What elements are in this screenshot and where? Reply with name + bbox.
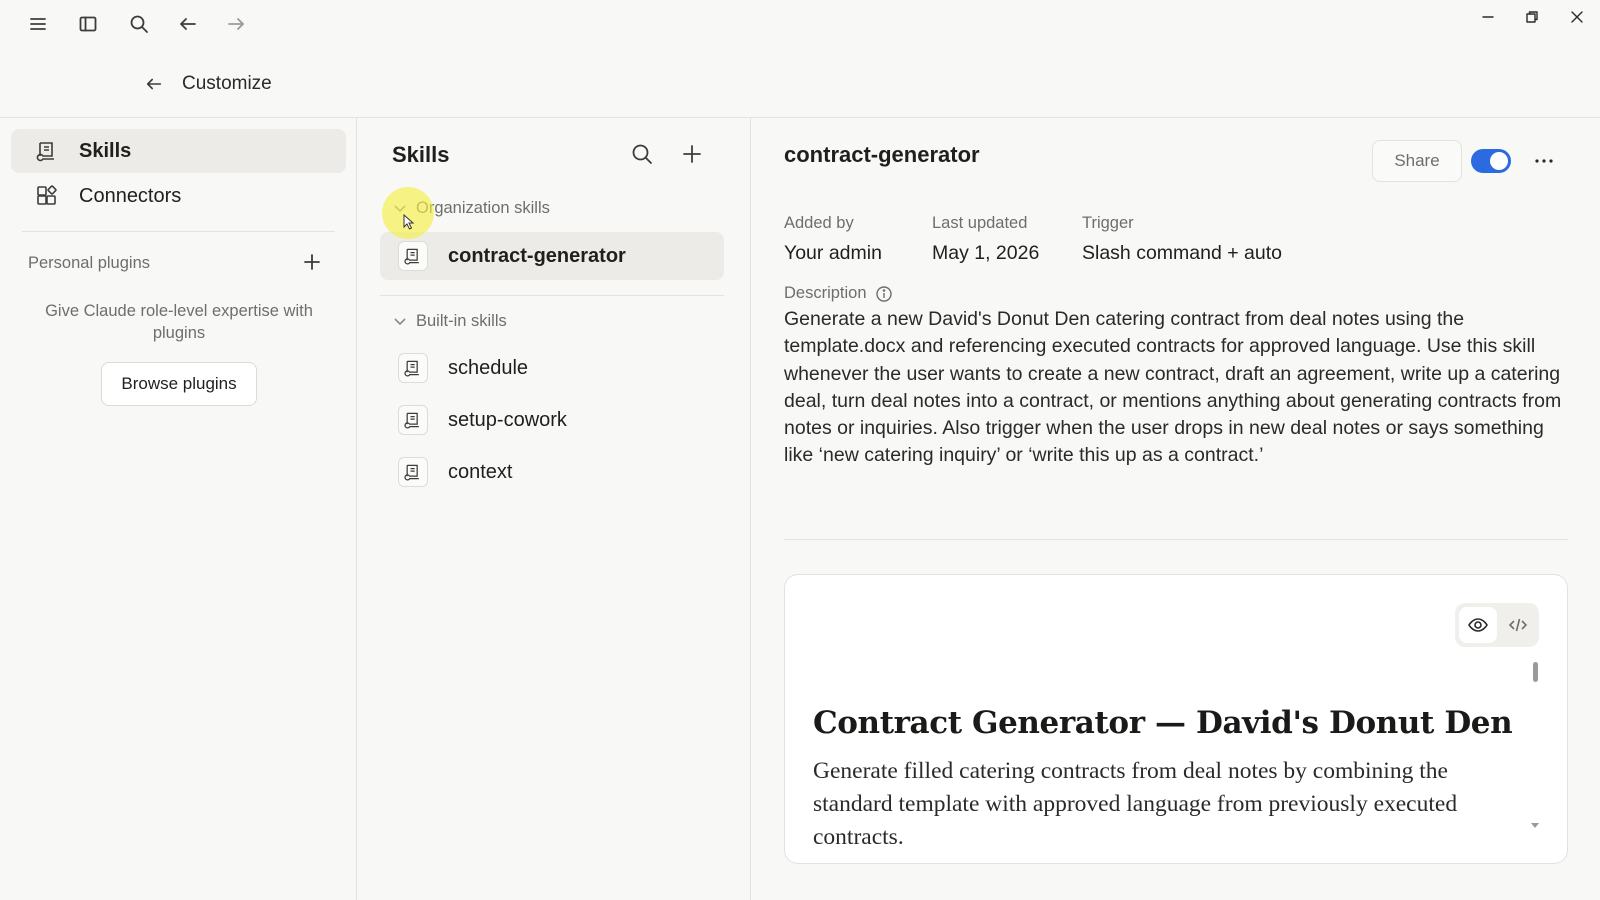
scrollbar[interactable] (1533, 662, 1538, 682)
skill-icon (398, 405, 428, 435)
built-in-skills-group[interactable]: Built-in skills (392, 308, 507, 334)
meta-value: Your admin (784, 242, 882, 264)
skill-item-setup-cowork[interactable]: setup-cowork (380, 396, 724, 444)
plugins-help-text: Give Claude role-level expertise with pl… (45, 302, 313, 342)
back-arrow-icon[interactable] (140, 70, 168, 98)
sidebar-toggle-icon[interactable] (74, 10, 102, 38)
enable-toggle[interactable] (1471, 149, 1511, 173)
meta-label: Added by (784, 214, 854, 232)
more-options-icon[interactable] (1530, 147, 1558, 175)
meta-added-by: Added by Your admin (784, 214, 882, 265)
view-mode-toggle (1455, 603, 1539, 647)
close-icon[interactable] (1563, 3, 1591, 31)
skill-item-context[interactable]: context (380, 448, 724, 496)
divider (22, 231, 335, 232)
personal-plugins-label: Personal plugins (28, 254, 150, 272)
info-icon[interactable] (875, 285, 893, 303)
skill-preview-card: Contract Generator — David's Donut Den G… (784, 574, 1568, 864)
preview-body: Generate filled catering contracts from … (813, 758, 1458, 850)
toggle-knob (1490, 152, 1508, 170)
skills-list-title: Skills (392, 142, 450, 167)
sidebar: Skills Connectors Personal plugins Give … (0, 118, 357, 900)
sidebar-item-skills[interactable]: Skills (11, 129, 346, 173)
skill-icon (398, 457, 428, 487)
sidebar-item-label: Connectors (79, 184, 182, 207)
skill-label: setup-cowork (448, 408, 567, 431)
skill-icon (398, 353, 428, 383)
hamburger-icon[interactable] (24, 10, 52, 38)
meta-trigger: Trigger Slash command + auto (1082, 214, 1282, 265)
skill-label: schedule (448, 356, 529, 379)
code-icon[interactable] (1499, 607, 1537, 643)
skill-item-schedule[interactable]: schedule (380, 344, 724, 392)
meta-label: Last updated (932, 214, 1028, 232)
meta-label: Trigger (1082, 214, 1134, 232)
page-title: Customize (182, 73, 272, 94)
title-bar (0, 0, 1600, 50)
meta-last-updated: Last updated May 1, 2026 (932, 214, 1039, 265)
search-icon[interactable] (125, 10, 153, 38)
minimize-icon[interactable] (1474, 3, 1502, 31)
mouse-pointer-icon (403, 214, 415, 230)
add-skill-icon[interactable] (678, 140, 706, 168)
skill-label: contract-generator (448, 244, 626, 267)
arrow-right-icon[interactable] (222, 10, 250, 38)
description-text: Generate a new David's Donut Den caterin… (784, 308, 1562, 467)
preview-heading: Contract Generator — David's Donut Den (813, 705, 1513, 741)
connectors-icon (35, 184, 59, 208)
description-label: Description (784, 284, 867, 302)
browse-plugins-button[interactable]: Browse plugins (101, 362, 257, 406)
skill-title: contract-generator (784, 142, 980, 167)
chevron-down-icon (392, 313, 408, 329)
description-header: Description (784, 284, 893, 303)
search-icon[interactable] (628, 140, 656, 168)
skill-item-contract-generator[interactable]: contract-generator (380, 232, 724, 280)
organization-skills-group[interactable]: Organization skills (392, 195, 550, 221)
eye-icon[interactable] (1459, 607, 1497, 643)
skill-label: context (448, 460, 513, 483)
skill-detail-panel: contract-generator Share Added by Your a… (752, 118, 1600, 900)
page-header: Customize (140, 68, 272, 100)
restore-icon[interactable] (1518, 3, 1546, 31)
meta-value: Slash command + auto (1082, 242, 1282, 264)
divider (784, 539, 1568, 540)
add-plugin-icon[interactable] (298, 248, 326, 276)
skills-list-panel: Skills Organization skills contract-gene… (358, 118, 751, 900)
arrow-left-icon[interactable] (174, 10, 202, 38)
skill-icon (398, 241, 428, 271)
sidebar-item-label: Skills (79, 139, 132, 162)
divider (380, 295, 724, 296)
meta-value: May 1, 2026 (932, 242, 1040, 264)
share-button[interactable]: Share (1372, 140, 1462, 182)
sidebar-item-connectors[interactable]: Connectors (11, 174, 346, 218)
skill-icon (35, 139, 59, 163)
group-label: Built-in skills (416, 311, 507, 330)
group-label: Organization skills (416, 198, 550, 217)
